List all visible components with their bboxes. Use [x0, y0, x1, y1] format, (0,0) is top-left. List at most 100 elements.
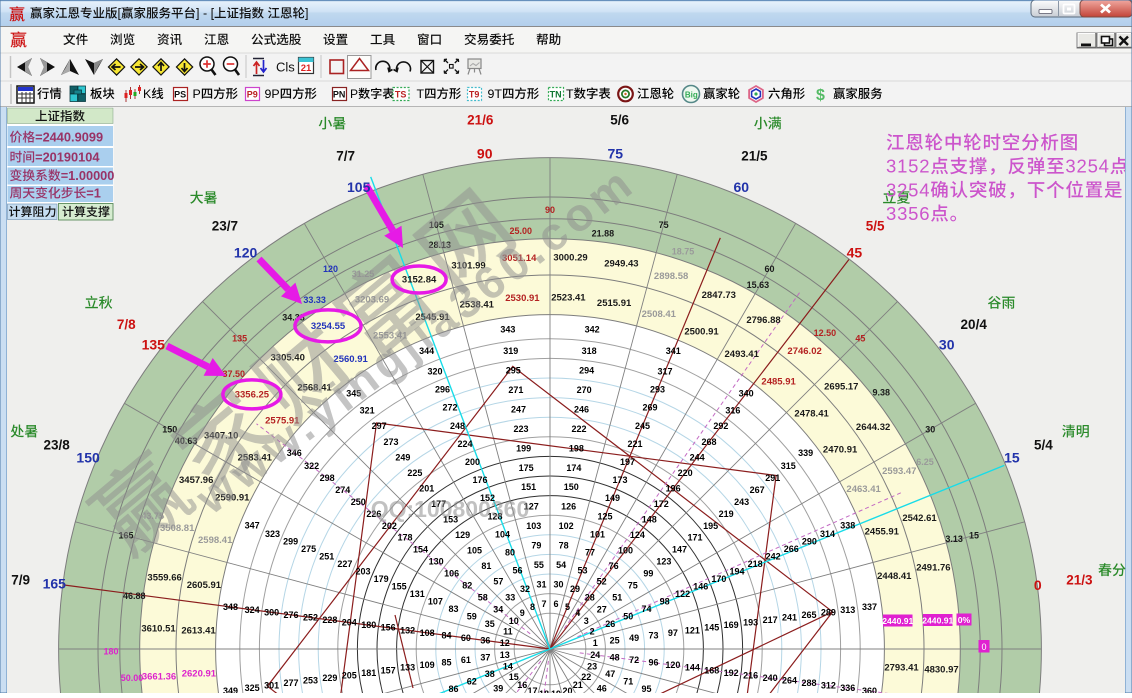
- svg-text:29: 29: [570, 584, 580, 594]
- svg-text:50.00: 50.00: [121, 673, 144, 683]
- svg-text:277: 277: [283, 678, 298, 688]
- svg-text:53: 53: [577, 566, 587, 576]
- svg-text:60: 60: [734, 179, 750, 195]
- svg-text:23/7: 23/7: [212, 218, 238, 233]
- svg-text:157: 157: [381, 665, 396, 675]
- svg-text:39: 39: [493, 684, 503, 693]
- svg-text:192: 192: [724, 668, 739, 678]
- svg-text:PS: PS: [174, 90, 186, 100]
- svg-text:9.38: 9.38: [873, 388, 891, 398]
- svg-text:33: 33: [505, 592, 515, 602]
- svg-text:103: 103: [526, 521, 541, 531]
- svg-text:122: 122: [675, 589, 690, 599]
- svg-text:129: 129: [455, 530, 470, 540]
- svg-text:30: 30: [925, 425, 935, 435]
- svg-text:15: 15: [969, 530, 979, 540]
- svg-text:60: 60: [764, 264, 774, 274]
- svg-text:149: 149: [605, 493, 620, 503]
- svg-text:165: 165: [43, 576, 67, 592]
- svg-text:0%: 0%: [958, 615, 971, 625]
- svg-text:178: 178: [397, 533, 412, 543]
- svg-text:135: 135: [232, 334, 247, 344]
- svg-text:135: 135: [142, 337, 166, 353]
- svg-text:17: 17: [527, 686, 537, 693]
- svg-text:9T: 9T: [488, 87, 503, 101]
- svg-text:108: 108: [420, 628, 435, 638]
- svg-text:80: 80: [505, 548, 515, 558]
- svg-text:2448.41: 2448.41: [877, 571, 912, 582]
- svg-text:TS: TS: [395, 90, 407, 100]
- svg-text:289: 289: [821, 607, 836, 617]
- svg-text:151: 151: [521, 482, 536, 492]
- svg-text:3356.25: 3356.25: [235, 389, 270, 400]
- svg-text:274: 274: [335, 485, 350, 495]
- svg-text:98: 98: [660, 597, 670, 607]
- svg-text:TN: TN: [550, 90, 562, 100]
- svg-text:172: 172: [654, 499, 669, 509]
- svg-text:291: 291: [765, 473, 780, 483]
- svg-text:125: 125: [597, 511, 612, 521]
- svg-text:264: 264: [782, 676, 797, 686]
- svg-text:55: 55: [534, 560, 544, 570]
- svg-text:132: 132: [400, 625, 415, 635]
- svg-text:222: 222: [571, 424, 586, 434]
- svg-text:77: 77: [585, 548, 595, 558]
- svg-text:21/3: 21/3: [1066, 572, 1093, 587]
- svg-text:15.63: 15.63: [747, 280, 770, 290]
- svg-text:180: 180: [103, 646, 118, 656]
- svg-text:2470.91: 2470.91: [823, 445, 858, 456]
- svg-text:2500.91: 2500.91: [684, 326, 719, 337]
- svg-text:2493.41: 2493.41: [725, 349, 760, 360]
- svg-text:121: 121: [685, 625, 700, 635]
- svg-text:71: 71: [623, 677, 633, 687]
- svg-text:84: 84: [441, 630, 451, 640]
- svg-text:]: ]: [305, 7, 308, 21]
- svg-text:219: 219: [719, 509, 734, 519]
- svg-text:217: 217: [763, 615, 778, 625]
- svg-text:360: 360: [862, 686, 877, 693]
- svg-text:75: 75: [628, 580, 638, 590]
- svg-text:83: 83: [448, 604, 458, 614]
- svg-text:275: 275: [301, 544, 316, 554]
- svg-text:2523.41: 2523.41: [551, 293, 586, 304]
- svg-text:26: 26: [605, 619, 615, 629]
- svg-text:2644.32: 2644.32: [856, 422, 890, 433]
- svg-text:2478.41: 2478.41: [794, 409, 829, 420]
- svg-text:100: 100: [618, 546, 633, 556]
- svg-text:340: 340: [739, 388, 754, 398]
- svg-text:73: 73: [648, 630, 658, 640]
- svg-text:31: 31: [536, 579, 546, 589]
- svg-text:271: 271: [508, 385, 523, 395]
- svg-text:150: 150: [564, 482, 579, 492]
- svg-text:78: 78: [559, 541, 569, 551]
- svg-text:Big: Big: [685, 91, 698, 100]
- svg-text:46.88: 46.88: [123, 591, 146, 601]
- svg-text:292: 292: [713, 421, 728, 431]
- svg-text:105: 105: [347, 179, 371, 195]
- svg-text:343: 343: [500, 325, 515, 335]
- svg-text:180: 180: [361, 620, 376, 630]
- svg-text:124: 124: [630, 530, 645, 540]
- svg-text:34: 34: [493, 604, 503, 614]
- svg-text:319: 319: [503, 346, 518, 356]
- svg-text:338: 338: [840, 521, 855, 531]
- svg-text:268: 268: [701, 437, 716, 447]
- svg-text:3661.36: 3661.36: [142, 671, 176, 682]
- svg-text:200: 200: [465, 457, 480, 467]
- svg-text:2793.41: 2793.41: [884, 662, 919, 673]
- svg-text:25: 25: [610, 636, 620, 646]
- svg-text:20/4: 20/4: [961, 317, 988, 332]
- svg-text:313: 313: [840, 605, 855, 615]
- svg-text:3.13: 3.13: [945, 534, 963, 544]
- svg-text:51: 51: [612, 592, 622, 602]
- svg-text:195: 195: [703, 521, 718, 531]
- svg-text:82: 82: [462, 580, 472, 590]
- svg-text:225: 225: [407, 468, 422, 478]
- svg-text:169: 169: [724, 620, 739, 630]
- svg-text:59: 59: [467, 612, 477, 622]
- svg-text:6.25: 6.25: [916, 457, 934, 467]
- svg-text:52: 52: [597, 577, 607, 587]
- svg-text:K: K: [143, 87, 152, 101]
- svg-text:74: 74: [641, 604, 651, 614]
- svg-text:323: 323: [265, 529, 280, 539]
